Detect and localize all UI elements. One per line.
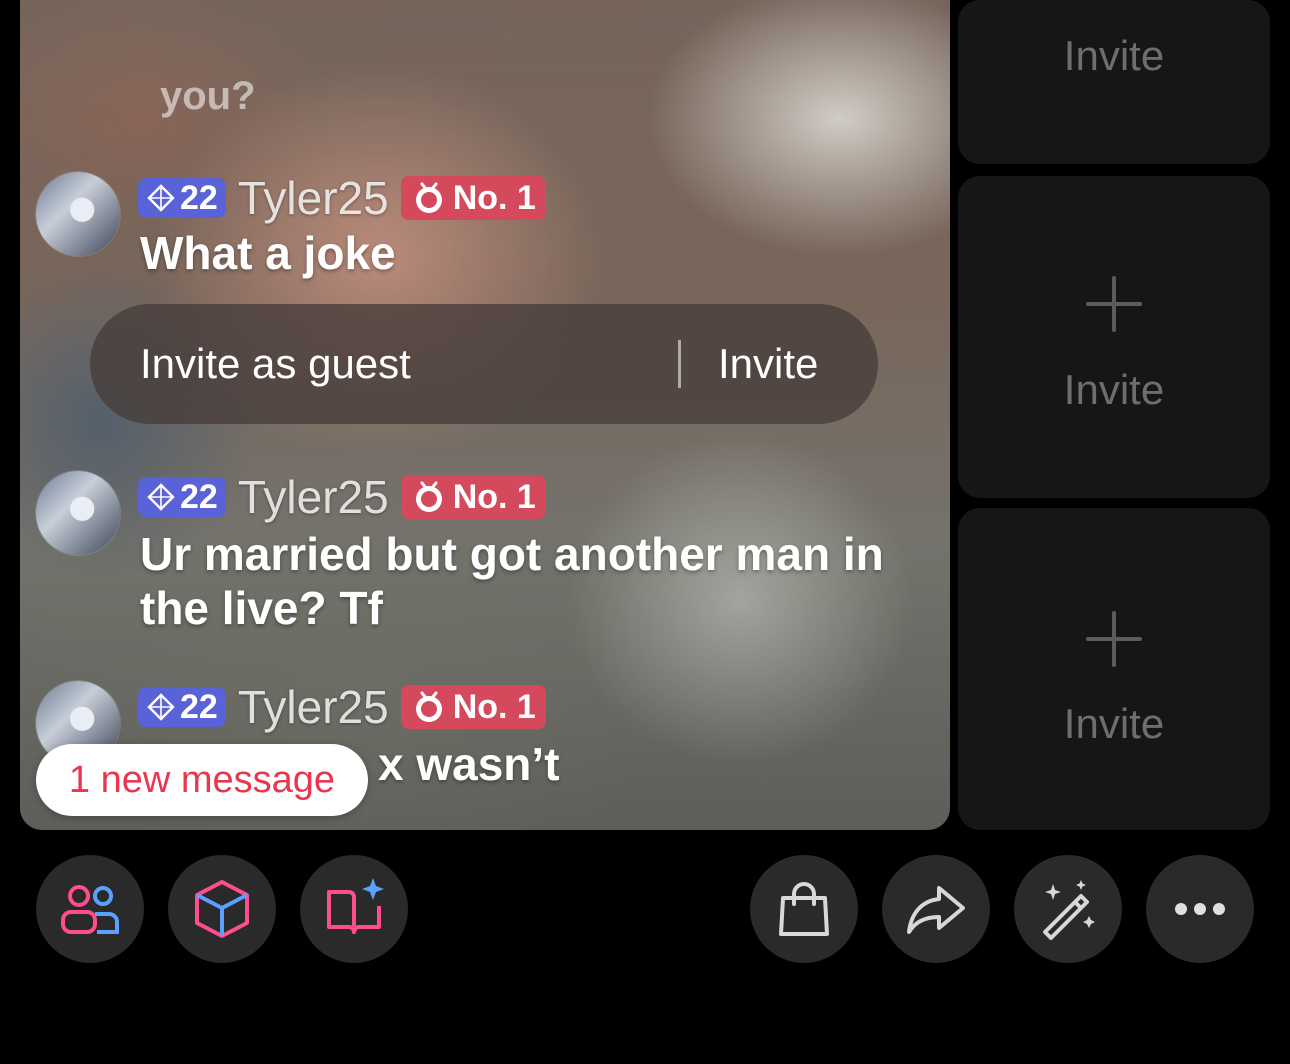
rank-label: No. 1 (452, 687, 536, 726)
rank-badge: No. 1 (400, 685, 546, 729)
diamond-icon (147, 693, 175, 721)
rank-badge: No. 1 (400, 176, 546, 220)
medal-icon (415, 691, 442, 722)
rank-label: No. 1 (452, 477, 536, 516)
effects-button[interactable] (1014, 855, 1122, 963)
more-dots-icon (1175, 903, 1225, 915)
level-number: 22 (180, 687, 218, 726)
book-sparkle-icon (327, 878, 384, 934)
more-button[interactable] (1146, 855, 1254, 963)
guests-button[interactable] (36, 855, 144, 963)
username[interactable]: Tyler25 (238, 680, 389, 734)
level-number: 22 (180, 178, 218, 217)
shop-button[interactable] (750, 855, 858, 963)
avatar[interactable] (36, 172, 120, 256)
live-video-view: you? 22 Tyler25 No. 1 What a joke Invite… (20, 0, 950, 830)
comment-text: x wasn’t (378, 738, 560, 790)
magic-wand-icon (1043, 880, 1095, 940)
shopping-bag-icon (779, 882, 829, 936)
invite-guest-button[interactable]: Invite (718, 304, 818, 424)
comment-text: Ur married but got another man in the li… (140, 528, 884, 634)
cube-icon (195, 880, 249, 938)
rank-badge: No. 1 (400, 475, 546, 519)
diamond-icon (147, 184, 175, 212)
people-icon (61, 885, 119, 934)
level-badge: 22 (138, 178, 226, 218)
invite-label: Invite (1063, 366, 1165, 413)
invite-label: Invite (1063, 32, 1165, 79)
plus-icon (1086, 611, 1142, 667)
comment-meta: 22 Tyler25 No. 1 (138, 172, 546, 224)
new-message-chip[interactable]: 1 new message (36, 744, 368, 816)
comment-meta: 22 Tyler25 No. 1 (138, 681, 546, 733)
gift-box-button[interactable] (168, 855, 276, 963)
medal-icon (415, 182, 442, 213)
previous-comment-text: you? (160, 74, 256, 118)
guide-button[interactable] (300, 855, 408, 963)
level-badge: 22 (138, 477, 226, 517)
diamond-icon (147, 483, 175, 511)
comment-text: What a joke (140, 227, 396, 279)
invite-label: Invite (1063, 700, 1165, 747)
level-badge: 22 (138, 687, 226, 727)
username[interactable]: Tyler25 (238, 470, 389, 524)
plus-icon (1086, 276, 1142, 332)
rank-label: No. 1 (452, 178, 536, 217)
guest-slot[interactable]: Invite (958, 176, 1270, 498)
avatar[interactable] (36, 471, 120, 555)
invite-guest-prompt: Invite as guest Invite (90, 304, 878, 424)
level-number: 22 (180, 477, 218, 516)
username[interactable]: Tyler25 (238, 171, 389, 225)
share-button[interactable] (882, 855, 990, 963)
medal-icon (415, 481, 442, 512)
divider (678, 340, 681, 388)
comment-meta: 22 Tyler25 No. 1 (138, 471, 546, 523)
guest-slot[interactable]: Invite (958, 0, 1270, 164)
invite-guest-label: Invite as guest (140, 340, 411, 387)
guest-slot[interactable]: Invite (958, 508, 1270, 830)
share-arrow-icon (907, 886, 965, 934)
